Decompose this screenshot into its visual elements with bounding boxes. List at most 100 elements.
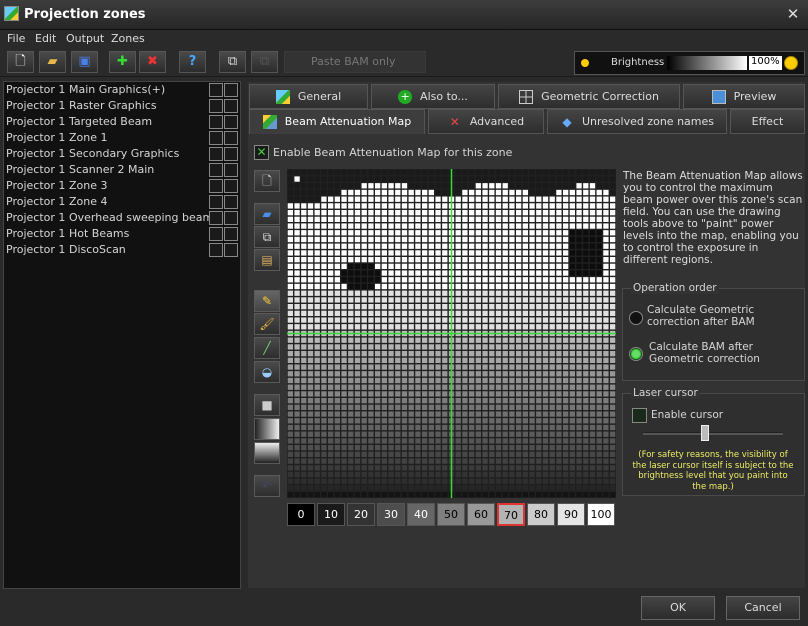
- fill-icon[interactable]: ◒: [254, 361, 280, 383]
- zone-toggle-a[interactable]: [209, 195, 223, 209]
- menu-zones[interactable]: Zones: [111, 32, 145, 45]
- zone-toggle-b[interactable]: [224, 227, 238, 241]
- map-icon: [262, 115, 277, 129]
- zone-row[interactable]: Projector 1 Secondary Graphics: [4, 146, 240, 162]
- zone-toggle-b[interactable]: [224, 147, 238, 161]
- geometric-after-bam-radio[interactable]: [629, 311, 643, 325]
- tab-advanced[interactable]: ✕ Advanced: [428, 109, 544, 134]
- menu-output[interactable]: Output: [66, 32, 104, 45]
- zone-toggle-b[interactable]: [224, 99, 238, 113]
- zone-name: Overhead sweeping beams: [69, 211, 219, 224]
- cursor-slider-track[interactable]: [643, 432, 783, 435]
- operation-order-title: Operation order: [631, 282, 719, 294]
- help-icon[interactable]: ?: [179, 51, 206, 73]
- zone-row[interactable]: Projector 1 Raster Graphics: [4, 98, 240, 114]
- new-map-icon[interactable]: 🗋: [254, 170, 280, 192]
- zone-toggle-a[interactable]: [209, 211, 223, 225]
- horizontal-gradient-icon[interactable]: [254, 418, 280, 440]
- zone-toggle-a[interactable]: [209, 227, 223, 241]
- zone-row[interactable]: Projector 1 Main Graphics(+): [4, 82, 240, 98]
- zone-toggle-b[interactable]: [224, 83, 238, 97]
- brightness-slider[interactable]: [667, 56, 747, 70]
- power-level-100[interactable]: 100: [587, 503, 615, 526]
- beam-attenuation-map-canvas[interactable]: [287, 169, 616, 498]
- zone-toggle-b[interactable]: [224, 243, 238, 257]
- tab-geometric-correction-label: Geometric Correction: [541, 90, 659, 103]
- ok-button[interactable]: OK: [641, 596, 715, 620]
- power-level-30[interactable]: 30: [377, 503, 405, 526]
- menu-edit[interactable]: Edit: [35, 32, 56, 45]
- enable-cursor-checkbox[interactable]: [632, 408, 647, 423]
- zone-toggle-b[interactable]: [224, 115, 238, 129]
- zone-name: Main Graphics(+): [69, 83, 166, 96]
- power-level-60[interactable]: 60: [467, 503, 495, 526]
- new-file-icon[interactable]: 🗋: [7, 51, 34, 73]
- zone-toggle-b[interactable]: [224, 131, 238, 145]
- tab-preview-label: Preview: [733, 90, 777, 103]
- close-window-button[interactable]: ✕: [784, 5, 802, 23]
- zone-toggle-b[interactable]: [224, 195, 238, 209]
- zone-row[interactable]: Projector 1 DiscoScan: [4, 242, 240, 258]
- brightness-label: Brightness: [611, 57, 665, 68]
- zone-row[interactable]: Projector 1 Zone 3: [4, 178, 240, 194]
- zone-toggle-a[interactable]: [209, 163, 223, 177]
- power-level-50[interactable]: 50: [437, 503, 465, 526]
- zone-toggle-b[interactable]: [224, 163, 238, 177]
- power-level-20[interactable]: 20: [347, 503, 375, 526]
- zone-row[interactable]: Projector 1 Scanner 2 Main: [4, 162, 240, 178]
- line-icon[interactable]: ╱: [254, 337, 280, 359]
- tab-also-to[interactable]: + Also to...: [371, 84, 495, 109]
- window-title: Projection zones: [24, 7, 146, 22]
- tab-unresolved-zone-names-label: Unresolved zone names: [581, 115, 714, 128]
- zone-toggle-b[interactable]: [224, 211, 238, 225]
- zone-toggle-a[interactable]: [209, 179, 223, 193]
- open-folder-icon[interactable]: ▰: [39, 51, 66, 73]
- zone-projector: Projector 1: [6, 99, 66, 112]
- pencil-icon[interactable]: ✎: [254, 290, 280, 312]
- paste-map-icon[interactable]: ▤: [254, 249, 280, 271]
- zone-toggle-b[interactable]: [224, 179, 238, 193]
- zone-toggle-a[interactable]: [209, 83, 223, 97]
- copy-icon[interactable]: ⧉: [219, 51, 246, 73]
- load-map-icon[interactable]: ▰: [254, 203, 280, 225]
- tab-unresolved-zone-names[interactable]: ◆ Unresolved zone names: [547, 109, 727, 134]
- zone-toggle-a[interactable]: [209, 243, 223, 257]
- bam-after-geometric-label: Calculate BAM after Geometric correction: [649, 341, 760, 365]
- power-level-90[interactable]: 90: [557, 503, 585, 526]
- menu-file[interactable]: File: [7, 32, 25, 45]
- bam-after-geometric-radio[interactable]: [629, 347, 643, 361]
- save-icon[interactable]: ▣: [71, 51, 98, 73]
- copy-map-icon[interactable]: ⧉: [254, 226, 280, 248]
- zone-row[interactable]: Projector 1 Hot Beams: [4, 226, 240, 242]
- brush-icon[interactable]: 🖌: [254, 313, 280, 335]
- zone-toggle-a[interactable]: [209, 131, 223, 145]
- zone-name: Zone 4: [69, 195, 108, 208]
- tab-general-label: General: [297, 90, 342, 103]
- zone-toggle-a[interactable]: [209, 115, 223, 129]
- tab-effect[interactable]: Effect: [730, 109, 805, 134]
- add-zone-icon[interactable]: ✚: [109, 51, 136, 73]
- zone-row[interactable]: Projector 1 Targeted Beam: [4, 114, 240, 130]
- zone-name: Raster Graphics: [69, 99, 157, 112]
- zone-row[interactable]: Projector 1 Overhead sweeping beams: [4, 210, 240, 226]
- power-level-0[interactable]: 0: [287, 503, 315, 526]
- tab-geometric-correction[interactable]: Geometric Correction: [498, 84, 680, 109]
- tab-preview[interactable]: Preview: [683, 84, 805, 109]
- zone-toggle-a[interactable]: [209, 147, 223, 161]
- vertical-gradient-icon[interactable]: [254, 442, 280, 464]
- tab-beam-attenuation-map[interactable]: Beam Attenuation Map: [249, 109, 425, 134]
- delete-zone-icon[interactable]: ✖: [139, 51, 166, 73]
- zone-toggle-a[interactable]: [209, 99, 223, 113]
- brightness-control[interactable]: Brightness 100%: [574, 51, 805, 75]
- cursor-slider-thumb[interactable]: [701, 425, 709, 441]
- power-level-40[interactable]: 40: [407, 503, 435, 526]
- power-level-80[interactable]: 80: [527, 503, 555, 526]
- fill-rectangle-icon[interactable]: ■: [254, 394, 280, 416]
- cancel-button[interactable]: Cancel: [726, 596, 800, 620]
- tab-general[interactable]: General: [249, 84, 368, 109]
- zone-row[interactable]: Projector 1 Zone 4: [4, 194, 240, 210]
- enable-bam-checkbox[interactable]: ✕: [254, 145, 269, 160]
- power-level-10[interactable]: 10: [317, 503, 345, 526]
- zone-row[interactable]: Projector 1 Zone 1: [4, 130, 240, 146]
- power-level-70[interactable]: 70: [497, 503, 525, 526]
